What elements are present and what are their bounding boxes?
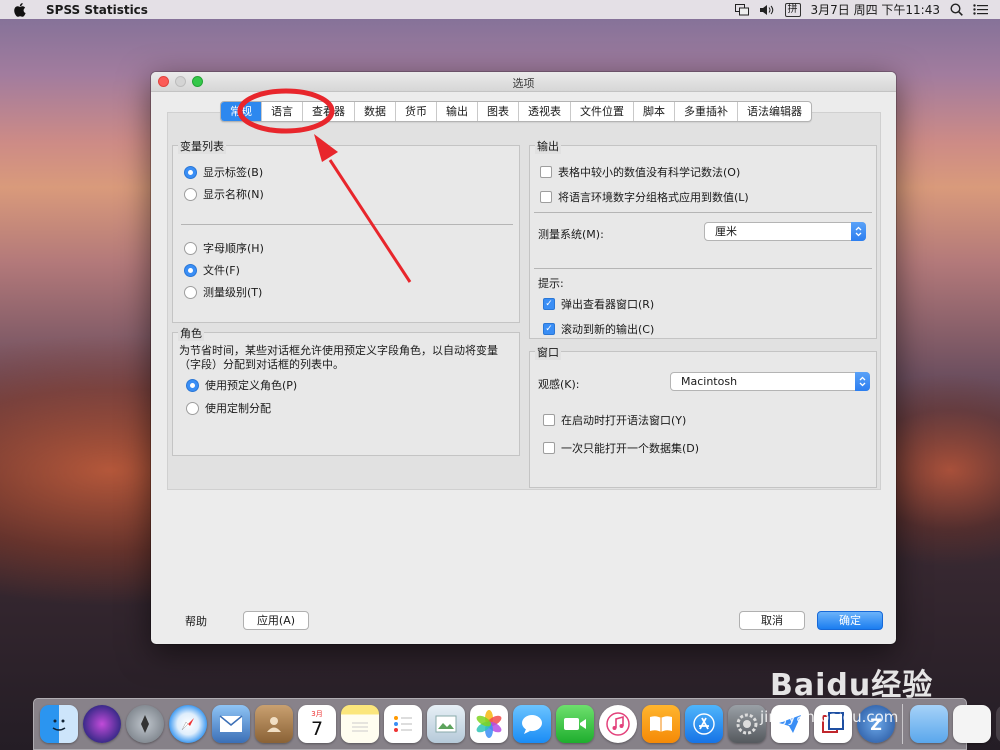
siri-icon[interactable] [83,705,121,743]
dock-separator [902,704,903,744]
tab-charts[interactable]: 图表 [478,102,519,121]
calendar-icon[interactable]: 3月 7 [298,705,336,743]
radio-indicator [184,241,197,255]
radio-indicator [184,285,197,299]
radio-selected-indicator [186,378,199,392]
itunes-icon[interactable] [599,705,637,743]
tab-data[interactable]: 数据 [355,102,396,121]
measurement-system-select[interactable]: 厘米 [704,222,866,241]
safari-icon[interactable] [169,705,207,743]
checkbox-box [543,414,555,426]
help-button[interactable]: 帮助 [185,613,207,629]
radio-selected-indicator [184,165,197,179]
checkbox-checked: ✓ [543,323,555,335]
preview-icon[interactable] [427,705,465,743]
roles-title: 角色 [178,325,204,341]
watermark-url: jingyan.baidu.com [760,708,899,726]
tab-viewer[interactable]: 查看器 [303,102,355,121]
tab-bar: 常规 语言 查看器 数据 货币 输出 图表 透视表 文件位置 脚本 多重插补 语… [220,101,812,122]
watermark-logo: Baidu经验 [770,668,934,703]
tab-file-locations[interactable]: 文件位置 [571,102,634,121]
menu-bar: SPSS Statistics 拼 3月7日 周四 下午11:43 [0,0,1000,19]
contacts-icon[interactable] [255,705,293,743]
window-title: 选项 [512,77,535,90]
cancel-button[interactable]: 取消 [739,611,805,630]
tab-language[interactable]: 语言 [262,102,303,121]
apple-menu-icon[interactable] [12,2,26,17]
dropdown-arrows-icon [855,372,870,391]
spotlight-search-icon[interactable] [950,3,963,16]
popup-viewer-checkbox[interactable]: ✓ 弹出查看器窗口(R) [543,296,654,312]
radio-indicator [184,187,197,201]
use-predefined-roles-radio[interactable]: 使用预定义角色(P) [186,377,297,393]
app-store-icon[interactable] [685,705,723,743]
look-and-feel-label: 观感(K): [538,378,580,391]
divider [534,212,872,213]
tab-currency[interactable]: 货币 [396,102,437,121]
one-dataset-at-a-time-checkbox[interactable]: 一次只能打开一个数据集(D) [543,440,699,456]
checkbox-box [543,442,555,454]
checkbox-box [540,166,552,178]
file-order-radio[interactable]: 文件(F) [184,262,240,278]
tab-multiple-imputation[interactable]: 多重插补 [675,102,738,121]
roles-description: 为节省时间，某些对话框允许使用预定义字段角色，以自动将变量（字段）分配到对话框的… [179,344,498,371]
messages-icon[interactable] [513,705,551,743]
window-group-title: 窗口 [535,344,561,360]
checkbox-box [540,191,552,203]
radio-selected-indicator [184,263,197,277]
divider [181,224,513,225]
notes-icon[interactable] [341,705,379,743]
scroll-to-output-checkbox[interactable]: ✓ 滚动到新的输出(C) [543,321,654,337]
clock[interactable]: 3月7日 周四 下午11:43 [811,1,940,18]
finder-icon[interactable] [40,705,78,743]
roles-group: 角色 为节省时间，某些对话框允许使用预定义字段角色，以自动将变量（字段）分配到对… [172,325,520,456]
launchpad-icon[interactable] [126,705,164,743]
tab-scripts[interactable]: 脚本 [634,102,675,121]
ok-button[interactable]: 确定 [817,611,883,630]
measurement-level-radio[interactable]: 测量级别(T) [184,284,262,300]
output-title: 输出 [535,138,561,154]
calendar-day: 7 [310,717,324,740]
display-labels-radio[interactable]: 显示标签(B) [184,164,263,180]
dropdown-arrows-icon [851,222,866,241]
use-custom-assignment-radio[interactable]: 使用定制分配 [186,400,271,416]
photos-icon[interactable] [470,705,508,743]
tab-pivot-tables[interactable]: 透视表 [519,102,571,121]
notification-center-icon[interactable] [973,4,988,15]
app-menu-name[interactable]: SPSS Statistics [46,3,148,17]
divider [534,268,872,269]
downloads-folder-icon[interactable] [910,705,948,743]
trash-icon[interactable] [996,705,1000,743]
input-method-icon[interactable]: 拼 [784,2,801,17]
tab-output[interactable]: 输出 [437,102,478,121]
title-bar[interactable]: 选项 [151,72,896,92]
radio-indicator [186,401,199,415]
output-group: 输出 表格中较小的数值没有科学记数法(O) 将语言环境数字分组格式应用到数值(L… [529,138,877,339]
variable-list-group: 变量列表 显示标签(B) 显示名称(N) 字母顺序(H) 文件(F) 测量级别(… [172,138,520,323]
apply-button[interactable]: 应用(A) [243,611,309,630]
document-stack-icon[interactable] [953,705,991,743]
notification-label: 提示: [538,277,564,290]
tab-syntax-editor[interactable]: 语法编辑器 [738,102,811,121]
reminders-icon[interactable] [384,705,422,743]
volume-icon[interactable] [759,4,775,16]
checkbox-checked: ✓ [543,298,555,310]
mail-icon[interactable] [212,705,250,743]
apply-locale-format-checkbox[interactable]: 将语言环境数字分组格式应用到数值(L) [540,189,749,205]
look-and-feel-select[interactable]: Macintosh [670,372,870,391]
general-tab-panel: 变量列表 显示标签(B) 显示名称(N) 字母顺序(H) 文件(F) 测量级别(… [167,112,881,490]
tab-general[interactable]: 常规 [221,102,262,121]
variable-list-title: 变量列表 [178,138,226,154]
window-group: 窗口 观感(K): Macintosh 在启动时打开语法窗口(Y) 一次只能打开… [529,344,877,488]
ibooks-icon[interactable] [642,705,680,743]
display-names-radio[interactable]: 显示名称(N) [184,186,264,202]
no-scientific-notation-checkbox[interactable]: 表格中较小的数值没有科学记数法(O) [540,164,740,180]
measurement-system-label: 测量系统(M): [538,228,604,241]
open-syntax-at-startup-checkbox[interactable]: 在启动时打开语法窗口(Y) [543,412,686,428]
alphabetical-radio[interactable]: 字母顺序(H) [184,240,264,256]
facetime-icon[interactable] [556,705,594,743]
display-mirror-icon[interactable] [734,3,749,16]
options-window: 选项 常规 语言 查看器 数据 货币 输出 图表 透视表 文件位置 脚本 多重插… [151,72,896,644]
